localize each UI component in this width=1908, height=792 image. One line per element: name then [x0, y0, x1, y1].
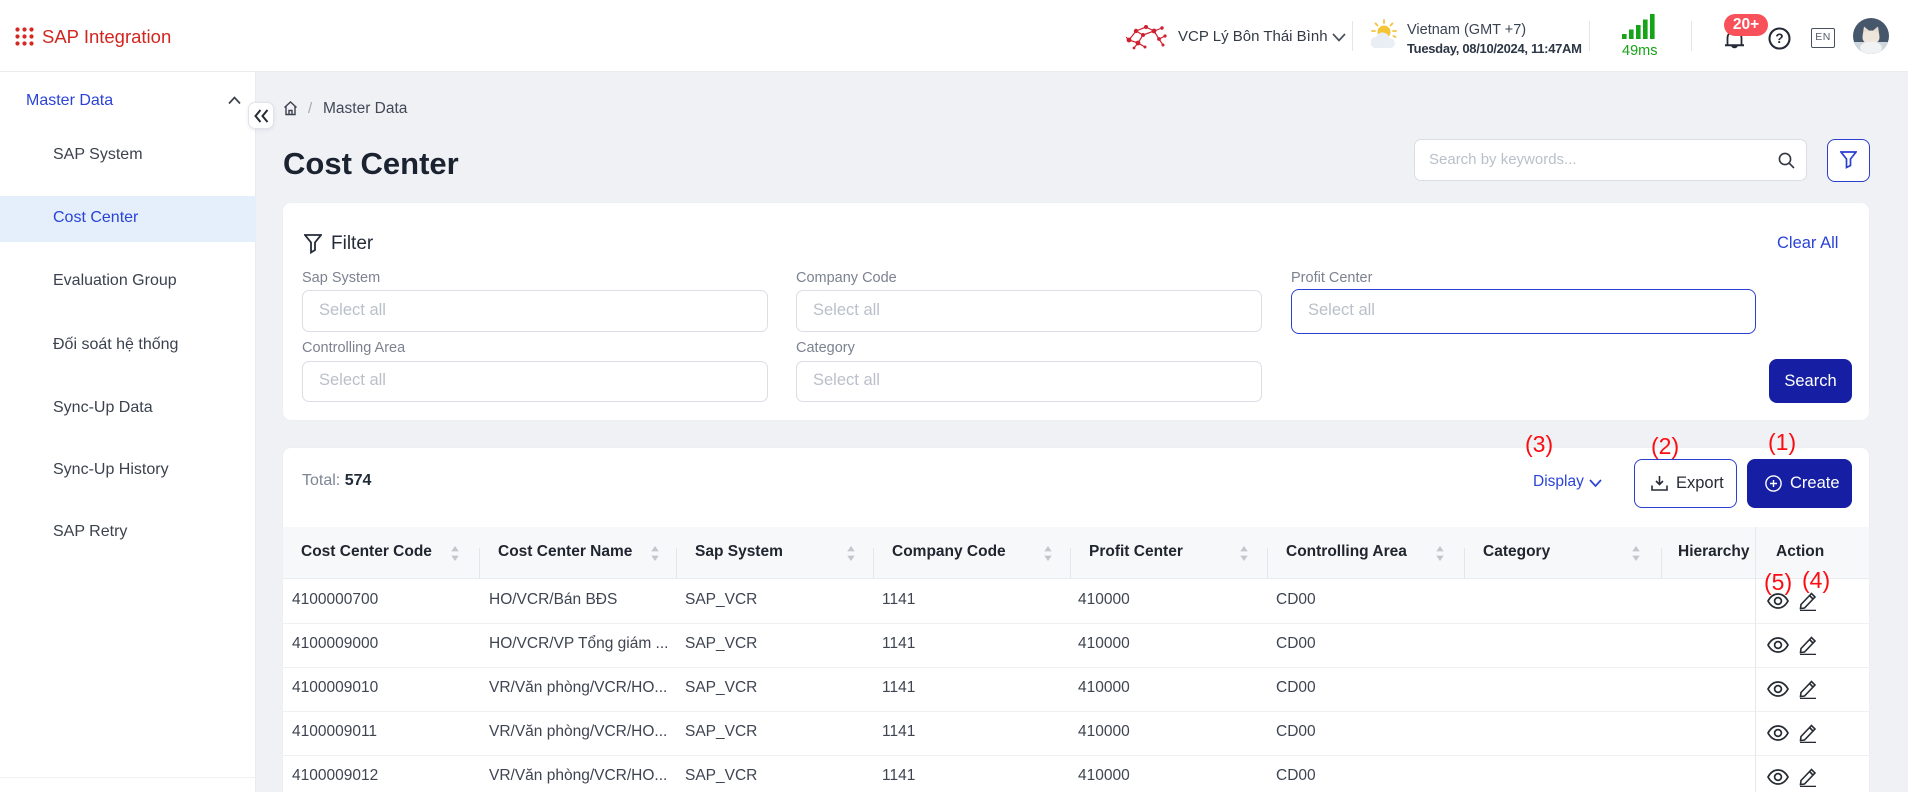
svg-text:?: ? [1775, 31, 1783, 46]
